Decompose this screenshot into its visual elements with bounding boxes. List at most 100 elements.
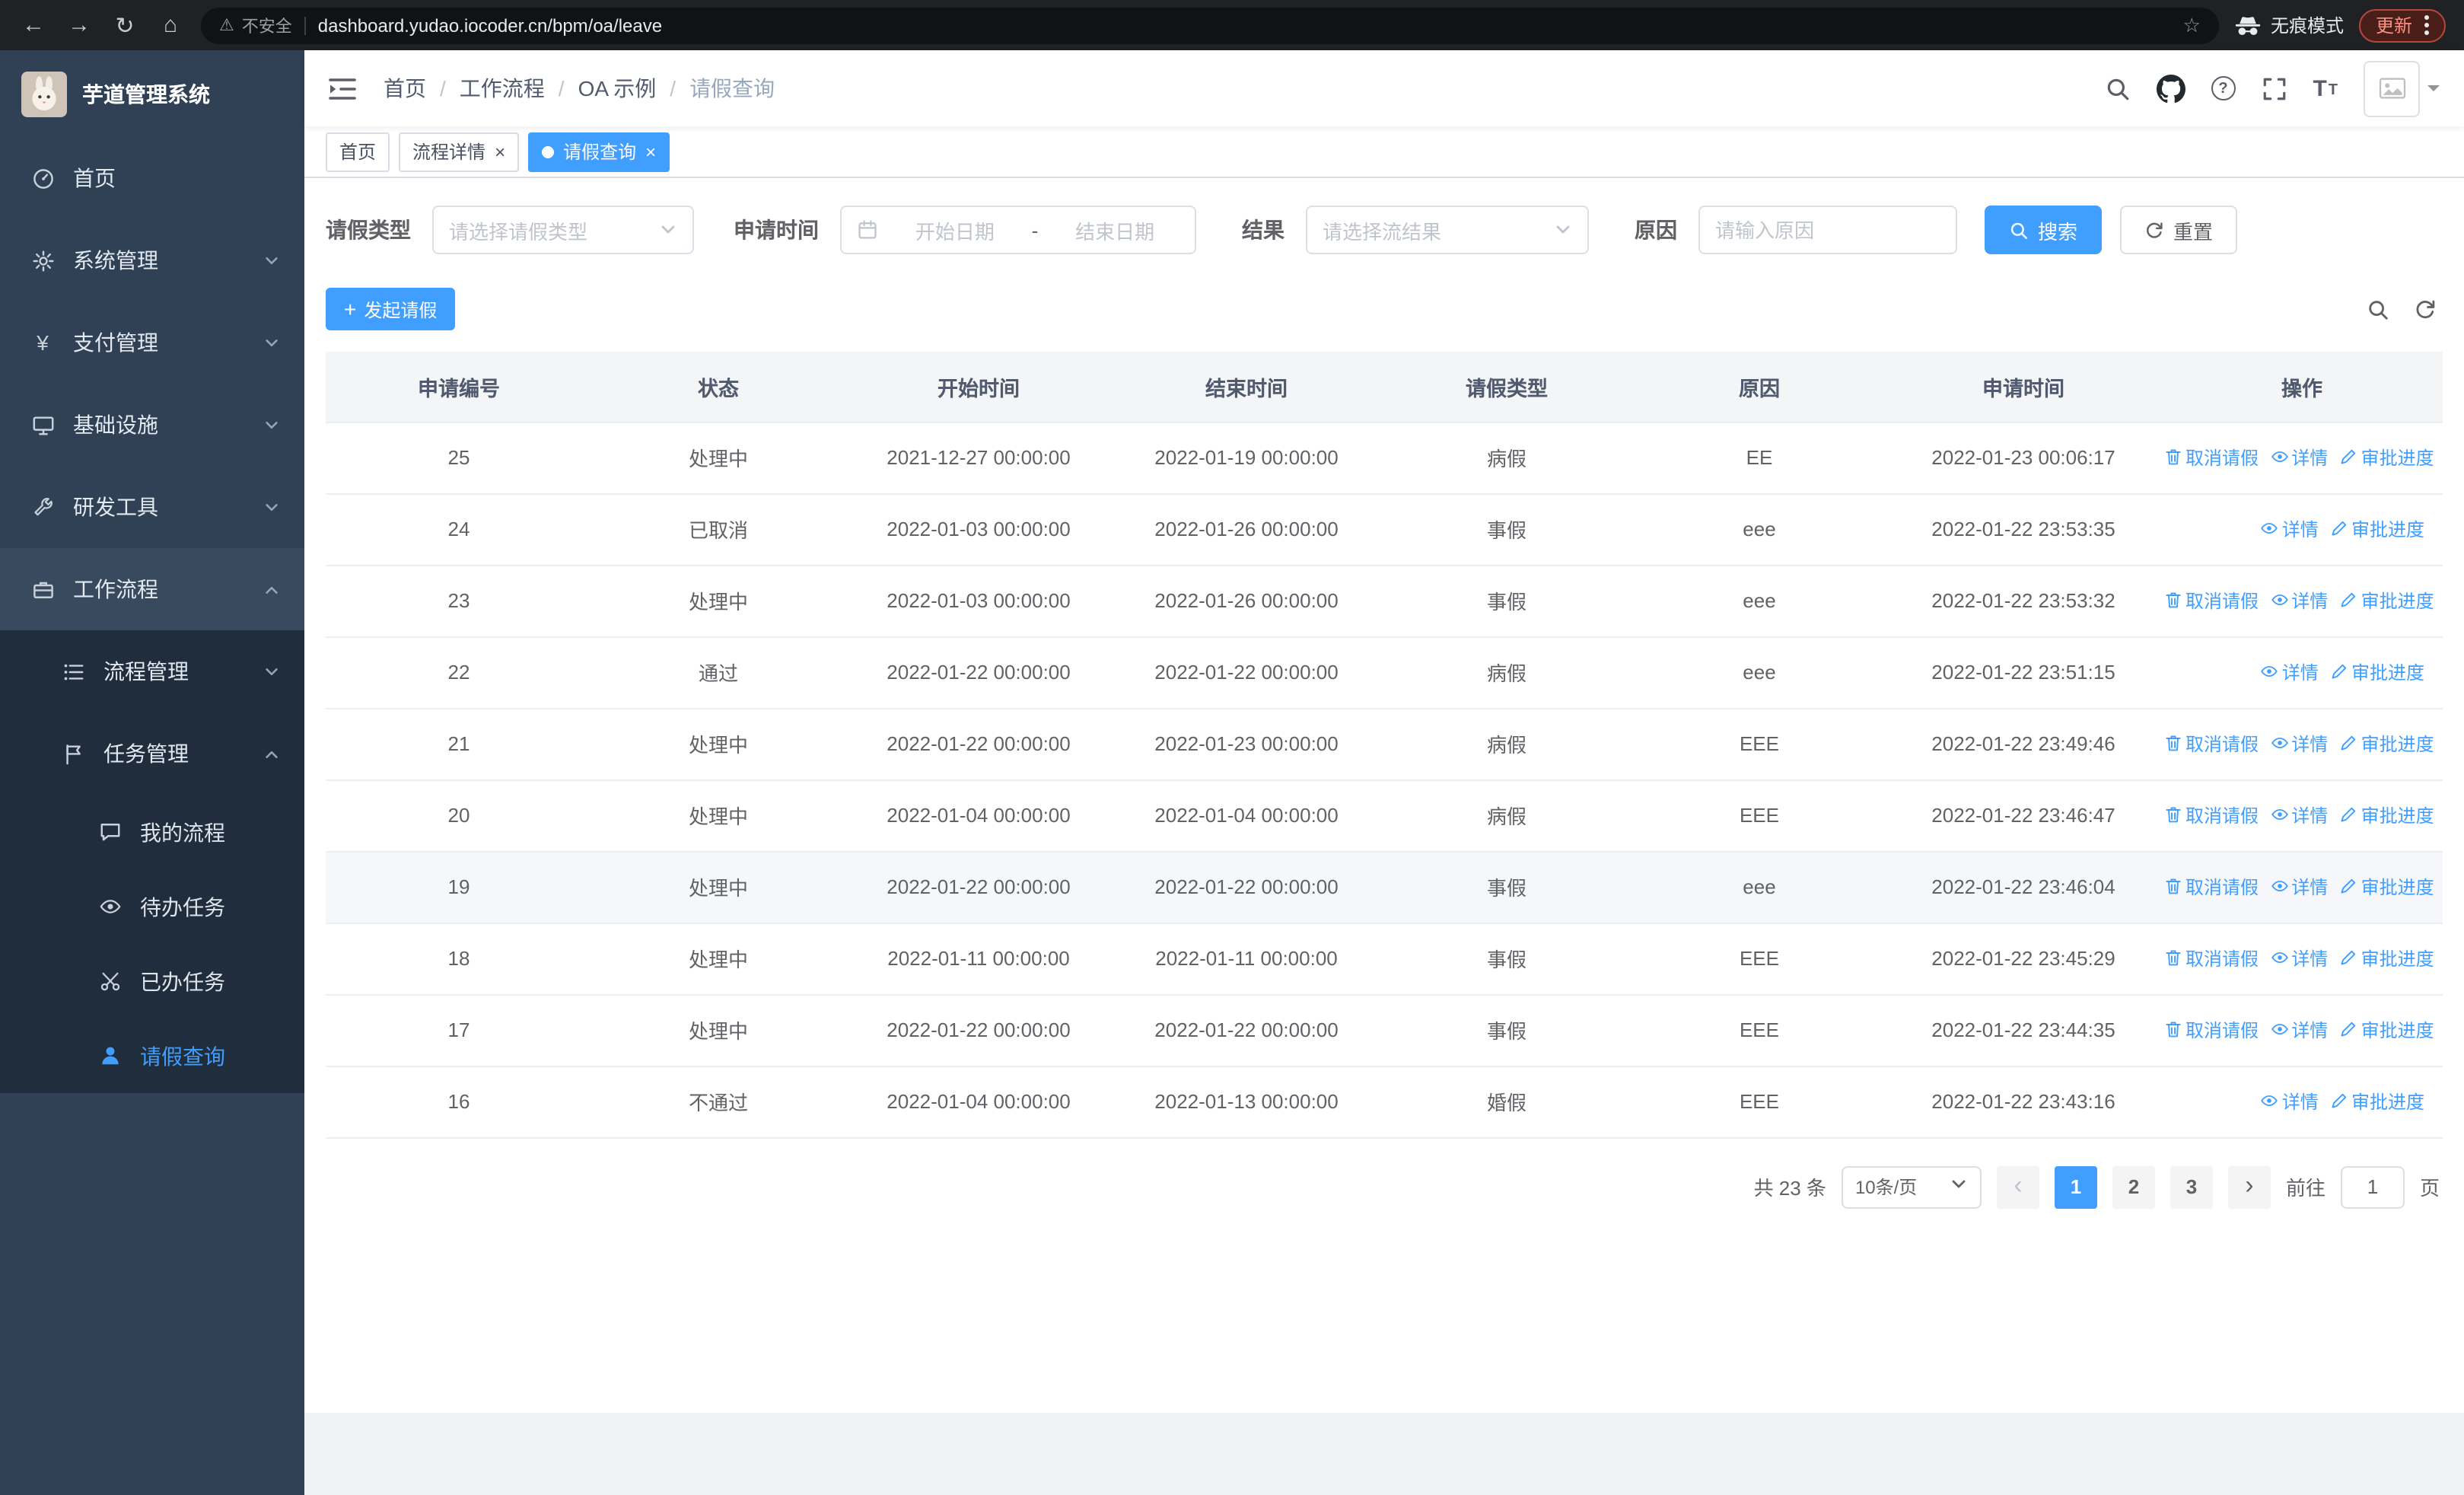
- caret-down-icon: [2427, 85, 2440, 97]
- approval-progress-link[interactable]: 审批进度: [2340, 874, 2434, 900]
- sidebar-item-label: 系统管理: [73, 248, 158, 273]
- cell-reason: EEE: [1633, 923, 1886, 995]
- goto-page-input[interactable]: [2340, 1165, 2405, 1208]
- cancel-leave-link[interactable]: 取消请假: [2164, 802, 2259, 828]
- search-icon[interactable]: [2104, 75, 2130, 101]
- cell-operations: 取消请假 详情 审批进度: [2161, 779, 2443, 852]
- browser-forward-button[interactable]: →: [64, 12, 94, 38]
- cancel-leave-link[interactable]: 取消请假: [2164, 945, 2259, 971]
- browser-home-button[interactable]: ⌂: [155, 12, 186, 38]
- cell-leave-type: 事假: [1380, 994, 1633, 1066]
- browser-menu-icon[interactable]: [2424, 15, 2429, 35]
- tab-process-detail[interactable]: 流程详情 ×: [399, 132, 520, 171]
- approval-progress-link[interactable]: 审批进度: [2330, 659, 2424, 685]
- close-icon[interactable]: ×: [495, 142, 505, 161]
- cancel-leave-link[interactable]: 取消请假: [2164, 588, 2259, 614]
- sidebar-item-pending-tasks[interactable]: 待办任务: [0, 869, 304, 944]
- navbar-actions: ? T T: [2104, 60, 2440, 116]
- detail-link[interactable]: 详情: [2261, 516, 2319, 542]
- app-logo[interactable]: 芋道管理系统: [0, 50, 304, 137]
- cell-apply-time: 2022-01-22 23:43:16: [1886, 1066, 2161, 1138]
- detail-link[interactable]: 详情: [2270, 874, 2328, 900]
- approval-progress-link[interactable]: 审批进度: [2330, 516, 2424, 542]
- detail-link[interactable]: 详情: [2270, 731, 2328, 757]
- page-button-3[interactable]: 3: [2170, 1165, 2213, 1208]
- incognito-icon: [2234, 14, 2262, 36]
- browser-reload-button[interactable]: ↻: [110, 11, 140, 39]
- leave-type-select[interactable]: 请选择请假类型: [432, 206, 694, 254]
- approval-progress-link[interactable]: 审批进度: [2340, 445, 2434, 470]
- font-size-icon[interactable]: T T: [2313, 77, 2338, 100]
- bookmark-star-icon[interactable]: ☆: [2183, 13, 2201, 37]
- cell-status: 处理中: [592, 851, 845, 923]
- hide-search-icon[interactable]: [2367, 298, 2389, 320]
- detail-link[interactable]: 详情: [2270, 802, 2328, 828]
- close-icon[interactable]: ×: [645, 142, 656, 161]
- reset-button[interactable]: 重置: [2120, 206, 2238, 254]
- github-icon[interactable]: [2156, 74, 2185, 103]
- approval-progress-link[interactable]: 审批进度: [2340, 1017, 2434, 1043]
- user-avatar[interactable]: [2364, 60, 2440, 116]
- page-button-2[interactable]: 2: [2112, 1165, 2155, 1208]
- search-button[interactable]: 搜索: [1985, 206, 2103, 254]
- browser-back-button[interactable]: ←: [18, 12, 49, 38]
- sidebar-item-workflow[interactable]: 工作流程: [0, 548, 304, 630]
- sidebar-item-system-management[interactable]: 系统管理: [0, 219, 304, 301]
- sidebar-item-completed-tasks[interactable]: 已办任务: [0, 944, 304, 1018]
- tab-leave-query[interactable]: 请假查询 ×: [528, 132, 670, 171]
- detail-link[interactable]: 详情: [2270, 1017, 2328, 1043]
- reason-input[interactable]: [1700, 207, 1956, 253]
- cancel-leave-link[interactable]: 取消请假: [2164, 874, 2259, 900]
- sidebar-item-payment-management[interactable]: ¥ 支付管理: [0, 301, 304, 384]
- sidebar-item-dev-tools[interactable]: 研发工具: [0, 466, 304, 548]
- refresh-table-icon[interactable]: [2414, 298, 2437, 320]
- sidebar-item-home[interactable]: 首页: [0, 137, 304, 219]
- detail-link[interactable]: 详情: [2270, 588, 2328, 614]
- detail-link[interactable]: 详情: [2270, 445, 2328, 470]
- cell-apply-id: 19: [326, 851, 592, 923]
- sidebar-item-infrastructure[interactable]: 基础设施: [0, 384, 304, 466]
- sidebar-fold-icon[interactable]: [329, 77, 356, 100]
- cell-leave-type: 婚假: [1380, 1066, 1633, 1138]
- breadcrumb-item[interactable]: 首页: [384, 73, 426, 104]
- security-warning[interactable]: ⚠ 不安全: [219, 13, 292, 37]
- table-body: 25 处理中 2021-12-27 00:00:00 2022-01-19 00…: [326, 422, 2443, 1138]
- detail-link[interactable]: 详情: [2261, 659, 2319, 685]
- breadcrumb-item[interactable]: 工作流程: [460, 73, 545, 104]
- eye-icon: [2261, 520, 2279, 538]
- create-leave-button[interactable]: + 发起请假: [326, 288, 456, 330]
- approval-progress-link[interactable]: 审批进度: [2340, 802, 2434, 828]
- sidebar-item-leave-query[interactable]: 请假查询: [0, 1018, 304, 1093]
- apply-time-range-picker[interactable]: 开始日期 - 结束日期: [840, 206, 1196, 254]
- chevron-down-icon: [1554, 221, 1572, 239]
- tags-view-bar: 首页 流程详情 × 请假查询 ×: [304, 126, 2464, 178]
- filter-form: 请假类型 请选择请假类型 申请时间 开始日期 - 结束日期 结果 请选择流结果 …: [326, 206, 2443, 254]
- cancel-leave-link[interactable]: 取消请假: [2164, 1017, 2259, 1043]
- cancel-leave-link[interactable]: 取消请假: [2164, 731, 2259, 757]
- page-button-1[interactable]: 1: [2054, 1165, 2097, 1208]
- prev-page-button[interactable]: ‹: [1996, 1165, 2039, 1208]
- help-icon[interactable]: ?: [2211, 76, 2236, 100]
- approval-progress-link[interactable]: 审批进度: [2330, 1089, 2424, 1114]
- cell-status: 处理中: [592, 779, 845, 852]
- address-bar[interactable]: ⚠ 不安全 dashboard.yudao.iocoder.cn/bpm/oa/…: [201, 7, 2219, 43]
- column-header: 申请编号: [326, 352, 592, 422]
- browser-update-button[interactable]: 更新: [2358, 8, 2446, 42]
- sidebar-item-process-management[interactable]: 流程管理: [0, 630, 304, 712]
- result-select[interactable]: 请选择流结果: [1306, 206, 1589, 254]
- fullscreen-icon[interactable]: [2261, 75, 2287, 101]
- approval-progress-link[interactable]: 审批进度: [2340, 588, 2434, 614]
- detail-link[interactable]: 详情: [2270, 945, 2328, 971]
- detail-link[interactable]: 详情: [2261, 1089, 2319, 1114]
- cell-apply-id: 18: [326, 923, 592, 995]
- breadcrumb-item[interactable]: OA 示例: [578, 73, 657, 104]
- approval-progress-link[interactable]: 审批进度: [2340, 945, 2434, 971]
- tab-home[interactable]: 首页: [326, 132, 390, 171]
- approval-progress-link[interactable]: 审批进度: [2340, 731, 2434, 757]
- cell-leave-type: 事假: [1380, 923, 1633, 995]
- next-page-button[interactable]: ›: [2227, 1165, 2271, 1208]
- page-size-select[interactable]: 10条/页: [1841, 1165, 1982, 1208]
- cancel-leave-link[interactable]: 取消请假: [2164, 445, 2259, 470]
- sidebar-item-my-processes[interactable]: 我的流程: [0, 795, 304, 869]
- sidebar-item-task-management[interactable]: 任务管理: [0, 712, 304, 795]
